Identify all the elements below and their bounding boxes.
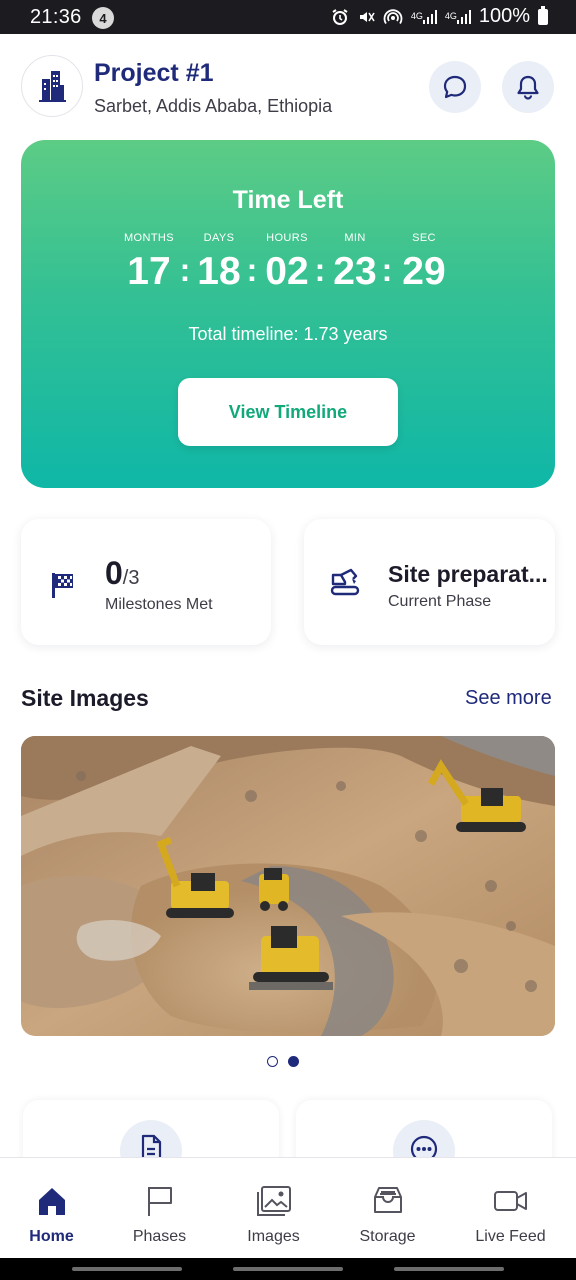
time-left-card: Time Left MONTHS 17 : DAYS 18 : HOURS 02…	[21, 140, 555, 488]
months-label: MONTHS	[123, 232, 175, 244]
nav-item-images[interactable]: Images	[222, 1158, 325, 1258]
network-type-2: 4G	[444, 11, 457, 21]
site-image-carousel[interactable]	[21, 736, 555, 1036]
current-phase-name: Site preparat...	[388, 561, 548, 587]
nav-item-home[interactable]: Home	[0, 1158, 103, 1258]
status-icons: 4G 4G 100%	[331, 5, 548, 28]
total-timeline-text: Total timeline: 1.73 years	[188, 324, 388, 344]
nav-label-live-feed: Live Feed	[475, 1228, 546, 1245]
status-time: 21:36	[30, 6, 82, 28]
days-label: DAYS	[203, 232, 235, 244]
hours-value: 02	[265, 250, 309, 293]
notifications-button[interactable]	[502, 61, 554, 113]
status-bar: 21:36 4 4G 4G 100%	[0, 0, 576, 34]
battery-percent: 100%	[478, 5, 530, 27]
gesture-handle	[394, 1267, 504, 1271]
city-buildings-icon	[39, 71, 66, 102]
seconds-value: 29	[402, 250, 446, 293]
flag-icon	[144, 1184, 176, 1218]
see-more-link[interactable]: See more	[465, 687, 552, 710]
minutes-label: MIN	[344, 232, 366, 244]
bottom-navigation: Home Phases Images Storage Live Feed	[0, 1157, 576, 1258]
project-location: Sarbet, Addis Ababa, Ethiopia	[94, 96, 333, 116]
battery-icon	[538, 5, 548, 25]
carousel-pager	[267, 1056, 299, 1067]
nav-label-home: Home	[29, 1228, 74, 1245]
chat-bubble-icon	[443, 75, 467, 99]
excavator-icon	[329, 566, 361, 603]
hours-label: HOURS	[266, 232, 308, 244]
pager-dot[interactable]	[267, 1056, 278, 1067]
nav-label-images: Images	[247, 1228, 300, 1245]
notification-count-badge: 4	[92, 7, 114, 29]
home-icon	[35, 1184, 69, 1218]
gesture-handle	[233, 1267, 343, 1271]
checkered-flag-icon	[50, 571, 76, 604]
signal-icon-2: 4G	[444, 9, 471, 24]
pager-dot-active[interactable]	[288, 1056, 299, 1067]
system-gesture-bar	[0, 1258, 576, 1280]
chat-button[interactable]	[429, 61, 481, 113]
site-images-heading: Site Images	[21, 685, 149, 711]
project-logo[interactable]	[21, 55, 83, 117]
signal-icon-1: 4G	[410, 9, 437, 24]
seconds-label: SEC	[412, 232, 436, 244]
current-phase-label: Current Phase	[388, 593, 492, 610]
milestones-label: Milestones Met	[105, 596, 213, 613]
nav-label-phases: Phases	[132, 1228, 187, 1245]
milestones-total: /3	[122, 567, 140, 589]
nav-item-storage[interactable]: Storage	[336, 1158, 439, 1258]
network-type-1: 4G	[410, 11, 423, 21]
construction-site-photo	[21, 736, 555, 1036]
milestones-card[interactable]: 0/3 Milestones Met	[21, 519, 271, 645]
days-value: 18	[197, 250, 241, 293]
months-value: 17	[127, 250, 171, 293]
nav-item-phases[interactable]: Phases	[108, 1158, 211, 1258]
alarm-icon	[331, 8, 349, 26]
hotspot-icon	[383, 8, 403, 26]
mute-icon	[357, 8, 375, 26]
storage-icon	[371, 1184, 405, 1218]
nav-label-storage: Storage	[359, 1228, 416, 1245]
current-phase-card[interactable]: Site preparat... Current Phase	[304, 519, 555, 645]
milestones-count: 0/3	[105, 555, 139, 592]
project-title: Project #1	[94, 59, 214, 87]
video-camera-icon	[492, 1184, 530, 1218]
view-timeline-button[interactable]: View Timeline	[178, 378, 398, 446]
bell-icon	[517, 75, 539, 100]
nav-item-live-feed[interactable]: Live Feed	[459, 1158, 562, 1258]
time-left-title: Time Left	[232, 186, 344, 214]
images-icon	[255, 1184, 293, 1218]
milestones-met-value: 0	[105, 555, 123, 591]
gesture-handle	[72, 1267, 182, 1271]
